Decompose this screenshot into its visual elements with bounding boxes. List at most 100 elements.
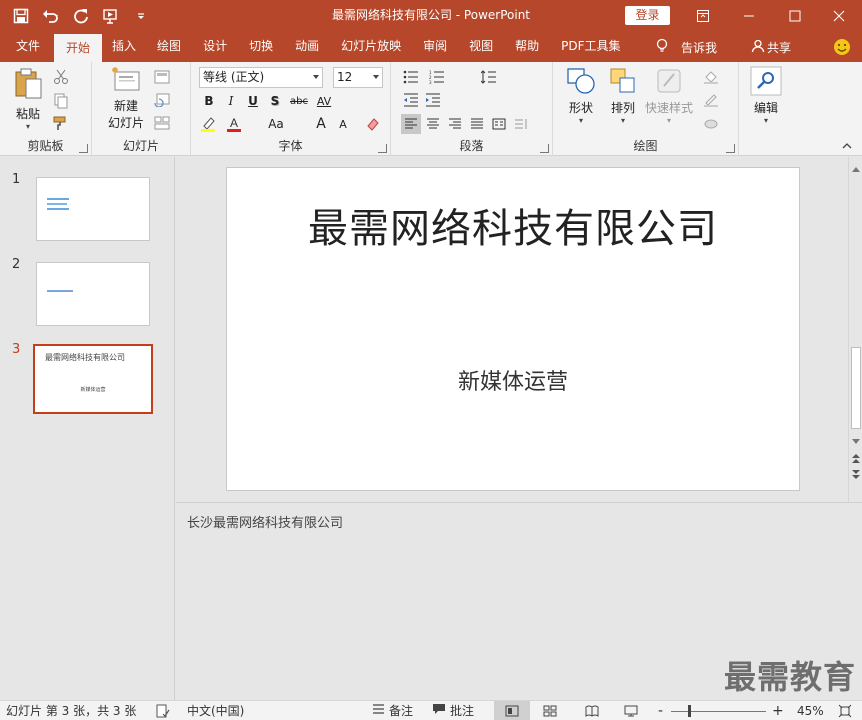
slide-layout-icon[interactable] — [152, 67, 172, 87]
collapse-ribbon-icon[interactable] — [841, 140, 853, 152]
current-slide[interactable]: 最需网络科技有限公司 新媒体运营 — [226, 167, 800, 491]
vertical-scrollbar[interactable] — [848, 157, 862, 502]
redo-icon[interactable] — [68, 3, 94, 29]
tab-help[interactable]: 帮助 — [504, 32, 550, 62]
zoom-slider-handle[interactable] — [688, 705, 691, 717]
numbering-icon[interactable]: 123 — [427, 67, 447, 87]
underline-button[interactable]: U — [243, 91, 263, 111]
copy-icon[interactable] — [51, 91, 71, 111]
scrollbar-thumb[interactable] — [851, 347, 861, 429]
slide-thumbnail-3[interactable]: 最需网络科技有限公司 新媒体运营 — [33, 344, 153, 414]
slide-sorter-icon[interactable] — [543, 701, 557, 720]
reading-view-icon[interactable] — [585, 701, 599, 720]
justify-icon[interactable] — [467, 114, 487, 134]
tell-me-box[interactable]: 告诉我 — [655, 32, 717, 62]
text-direction-icon[interactable] — [511, 114, 531, 134]
strikethrough-button[interactable]: abc — [287, 91, 311, 111]
spell-check-icon[interactable] — [156, 701, 170, 720]
feedback-smiley-icon[interactable] — [833, 32, 851, 62]
shape-outline-icon[interactable] — [701, 90, 721, 110]
font-size-combo[interactable]: 12 — [333, 67, 383, 88]
reset-slide-icon[interactable] — [152, 90, 172, 110]
tab-pdf-tools[interactable]: PDF工具集 — [550, 32, 631, 62]
character-spacing-button[interactable]: AV — [313, 91, 335, 111]
fit-to-window-icon[interactable] — [838, 701, 852, 720]
slide-subtitle-placeholder[interactable]: 新媒体运营 — [227, 364, 799, 396]
quick-styles-button[interactable]: 快速样式 ▾ — [643, 66, 695, 125]
highlight-icon[interactable] — [199, 114, 219, 134]
comments-toggle-button[interactable]: 批注 — [432, 701, 474, 720]
tab-transitions[interactable]: 切换 — [238, 32, 284, 62]
align-center-icon[interactable] — [423, 114, 443, 134]
tab-draw[interactable]: 绘图 — [146, 32, 192, 62]
slide-title-placeholder[interactable]: 最需网络科技有限公司 — [227, 196, 799, 254]
shape-effects-icon[interactable] — [701, 113, 721, 133]
change-case-button[interactable]: Aa — [265, 114, 287, 134]
font-dialog-launcher[interactable] — [378, 144, 387, 153]
tab-animations[interactable]: 动画 — [284, 32, 330, 62]
notes-toggle-button[interactable]: 备注 — [372, 701, 413, 720]
cut-icon[interactable] — [51, 67, 71, 87]
normal-view-icon[interactable] — [494, 701, 530, 720]
clear-formatting-icon[interactable] — [363, 114, 383, 134]
tab-file[interactable]: 文件 — [0, 32, 54, 62]
scroll-down-icon[interactable] — [852, 434, 860, 448]
italic-button[interactable]: I — [221, 91, 241, 111]
arrange-icon — [608, 66, 638, 99]
language-status[interactable]: 中文(中国) — [187, 701, 244, 720]
slideshow-view-icon[interactable] — [624, 701, 638, 720]
increase-indent-icon[interactable] — [423, 90, 443, 110]
columns-icon[interactable] — [489, 114, 509, 134]
tab-home[interactable]: 开始 — [54, 34, 103, 62]
paste-button[interactable]: 粘贴 ▾ — [10, 66, 46, 131]
tab-slideshow[interactable]: 幻灯片放映 — [330, 32, 412, 62]
shape-fill-icon[interactable] — [701, 67, 721, 87]
editing-button[interactable]: 编辑 ▾ — [749, 66, 783, 125]
ribbon-display-options-icon[interactable] — [680, 0, 726, 32]
start-from-beginning-icon[interactable] — [98, 3, 124, 29]
format-painter-icon[interactable] — [51, 113, 71, 133]
zoom-in-button[interactable]: + — [772, 701, 784, 720]
login-button[interactable]: 登录 — [625, 6, 670, 25]
bullets-icon[interactable] — [401, 67, 421, 87]
undo-icon[interactable] — [38, 3, 64, 29]
tab-view[interactable]: 视图 — [458, 32, 504, 62]
font-name-combo[interactable]: 等线 (正文) — [199, 67, 323, 88]
drawing-dialog-launcher[interactable] — [726, 144, 735, 153]
slide-thumbnail-1[interactable] — [36, 177, 150, 241]
close-icon[interactable] — [816, 0, 862, 32]
align-left-icon[interactable] — [401, 114, 421, 134]
save-icon[interactable] — [8, 3, 34, 29]
tab-design[interactable]: 设计 — [192, 32, 238, 62]
notes-text[interactable]: 长沙最需网络科技有限公司 — [187, 512, 343, 531]
tab-insert[interactable]: 插入 — [102, 32, 146, 62]
zoom-level[interactable]: 45% — [797, 701, 824, 720]
scroll-up-icon[interactable] — [852, 161, 860, 175]
zoom-slider[interactable] — [671, 701, 766, 720]
zoom-out-button[interactable]: - — [658, 701, 663, 720]
decrease-indent-icon[interactable] — [401, 90, 421, 110]
text-shadow-button[interactable]: S — [265, 91, 285, 111]
previous-slide-icon[interactable] — [852, 453, 860, 467]
line-spacing-icon[interactable] — [479, 67, 499, 87]
arrange-label: 排列 — [610, 101, 635, 115]
maximize-icon[interactable] — [772, 0, 818, 32]
grow-font-button[interactable]: A — [311, 114, 331, 134]
shapes-button[interactable]: 形状 ▾ — [561, 66, 601, 125]
align-right-icon[interactable] — [445, 114, 465, 134]
paragraph-dialog-launcher[interactable] — [540, 144, 549, 153]
tab-review[interactable]: 审阅 — [412, 32, 458, 62]
section-icon[interactable] — [152, 113, 172, 133]
notes-pane[interactable]: 长沙最需网络科技有限公司 最需教育 — [176, 502, 862, 700]
minimize-icon[interactable] — [726, 0, 772, 32]
clipboard-dialog-launcher[interactable] — [79, 144, 88, 153]
new-slide-button[interactable]: 新建 幻灯片 — [100, 66, 152, 131]
share-button[interactable]: 共享 — [751, 32, 791, 62]
bold-button[interactable]: B — [199, 91, 219, 111]
arrange-button[interactable]: 排列 ▾ — [603, 66, 643, 125]
shrink-font-button[interactable]: A — [333, 114, 353, 134]
next-slide-icon[interactable] — [852, 468, 860, 482]
font-color-icon[interactable]: A — [225, 114, 245, 134]
slide-thumbnail-2[interactable] — [36, 262, 150, 326]
customize-qat-icon[interactable] — [128, 3, 154, 29]
